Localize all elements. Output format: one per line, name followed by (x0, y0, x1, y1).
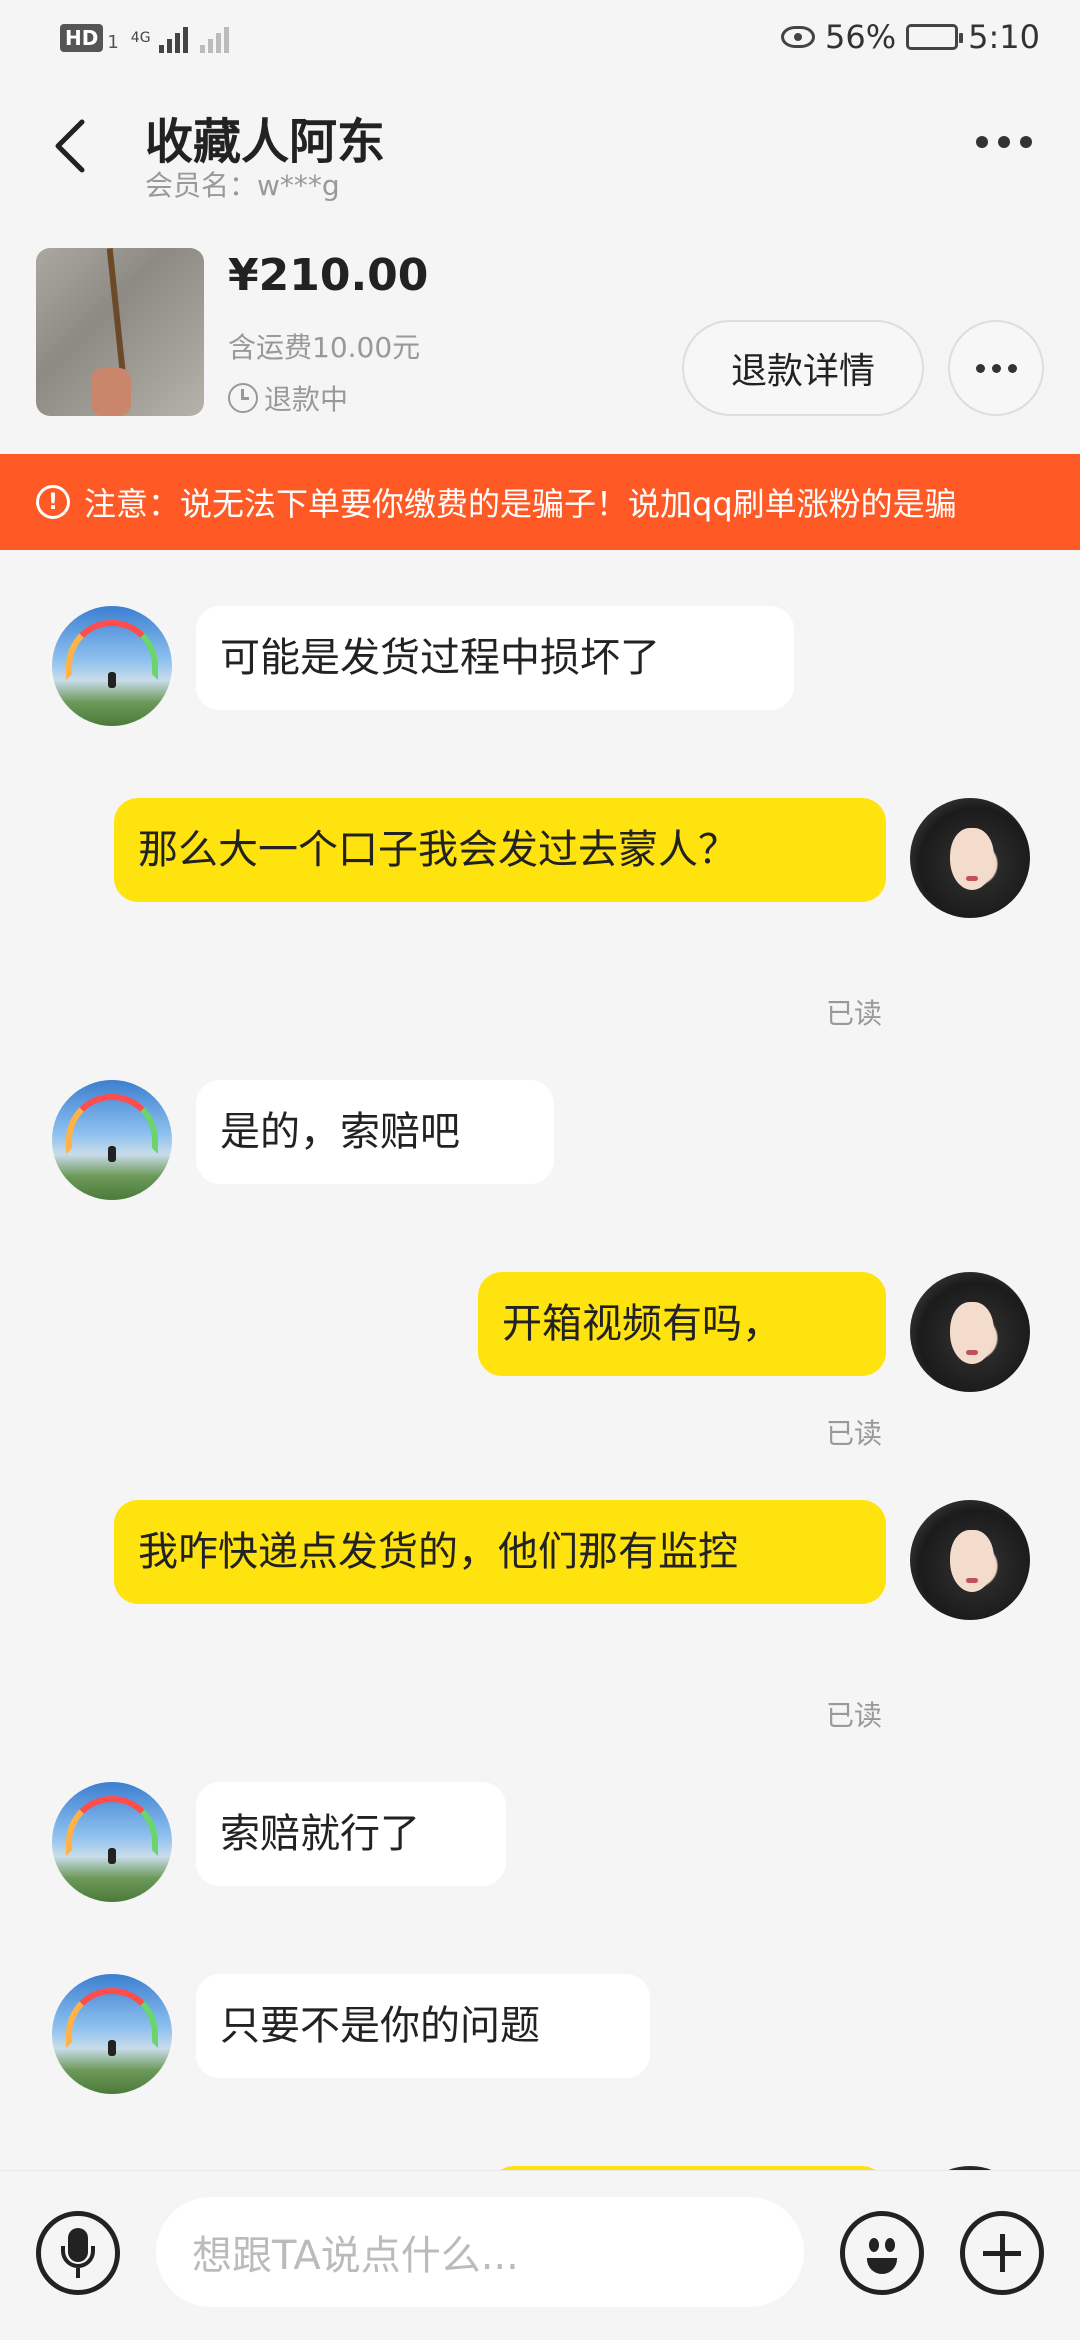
read-receipt: 已读 (826, 1699, 883, 1732)
input-bar: 想跟TA说点什么... (0, 2170, 1080, 2340)
message-bubble-incoming[interactable]: 可能是发货过程中损坏了 (196, 606, 794, 710)
shipping-fee: 含运费10.00元 (228, 331, 421, 364)
chat-header: 收藏人阿东 会员名：w***g (0, 80, 1080, 210)
message-bubble-incoming[interactable]: 是的，索赔吧 (196, 1080, 554, 1184)
message-input[interactable]: 想跟TA说点什么... (156, 2197, 804, 2307)
contact-avatar[interactable] (52, 606, 172, 726)
status-bar: HD 1 4G 56% 5:10 (0, 0, 1080, 80)
clock-time: 5:10 (968, 18, 1040, 56)
emoji-icon[interactable] (840, 2211, 924, 2295)
order-more-button[interactable] (948, 320, 1044, 416)
read-receipt: 已读 (826, 997, 883, 1030)
hd-sub: 1 (107, 32, 119, 53)
more-options-icon[interactable] (976, 136, 1032, 148)
warning-icon: ! (36, 485, 70, 519)
message-bubble-incoming[interactable]: 索赔就行了 (196, 1782, 506, 1886)
message-bubble-outgoing[interactable]: 我咋快递点发货的，他们那有监控 (114, 1500, 886, 1604)
signal-icon-2 (199, 23, 229, 53)
contact-name: 收藏人阿东 (145, 114, 386, 170)
member-name: 会员名：w***g (145, 169, 340, 202)
voice-input-icon[interactable] (36, 2211, 120, 2295)
self-avatar[interactable] (910, 1500, 1030, 1620)
signal-icon (158, 23, 188, 53)
refund-status: 退款中 (228, 378, 348, 418)
status-left: HD 1 4G (60, 22, 229, 53)
add-attachment-icon[interactable] (960, 2211, 1044, 2295)
back-arrow-icon[interactable] (48, 116, 98, 176)
self-avatar[interactable] (910, 798, 1030, 918)
scam-warning-banner: ! 注意：说无法下单要你缴费的是骗子！说加qq刷单涨粉的是骗 (0, 454, 1080, 550)
battery-icon (906, 24, 964, 50)
product-thumbnail[interactable] (36, 248, 204, 416)
self-avatar[interactable] (910, 1272, 1030, 1392)
contact-avatar[interactable] (52, 1974, 172, 2094)
message-bubble-incoming[interactable]: 只要不是你的问题 (196, 1974, 650, 2078)
refund-details-button[interactable]: 退款详情 (682, 320, 924, 416)
clock-icon (228, 383, 258, 413)
warning-text: 注意：说无法下单要你缴费的是骗子！说加qq刷单涨粉的是骗 (84, 485, 957, 523)
read-receipt: 已读 (826, 1417, 883, 1450)
hd-badge: HD (60, 23, 104, 52)
network-type: 4G (130, 29, 151, 46)
battery-percent: 56% (825, 18, 897, 56)
product-card: ¥210.00 含运费10.00元 退款中 退款详情 (0, 230, 1080, 430)
message-bubble-outgoing[interactable]: 开箱视频有吗， (478, 1272, 886, 1376)
contact-avatar[interactable] (52, 1080, 172, 1200)
message-bubble-outgoing[interactable]: 那么大一个口子我会发过去蒙人？ (114, 798, 886, 902)
product-price: ¥210.00 (228, 250, 429, 301)
message-list[interactable]: 可能是发货过程中损坏了 那么大一个口子我会发过去蒙人？ 已读 是的，索赔吧 开箱… (0, 550, 1080, 2170)
refund-status-label: 退款中 (264, 383, 349, 416)
status-right: 56% 5:10 (781, 18, 1040, 56)
eye-comfort-icon (781, 26, 816, 48)
contact-avatar[interactable] (52, 1782, 172, 1902)
